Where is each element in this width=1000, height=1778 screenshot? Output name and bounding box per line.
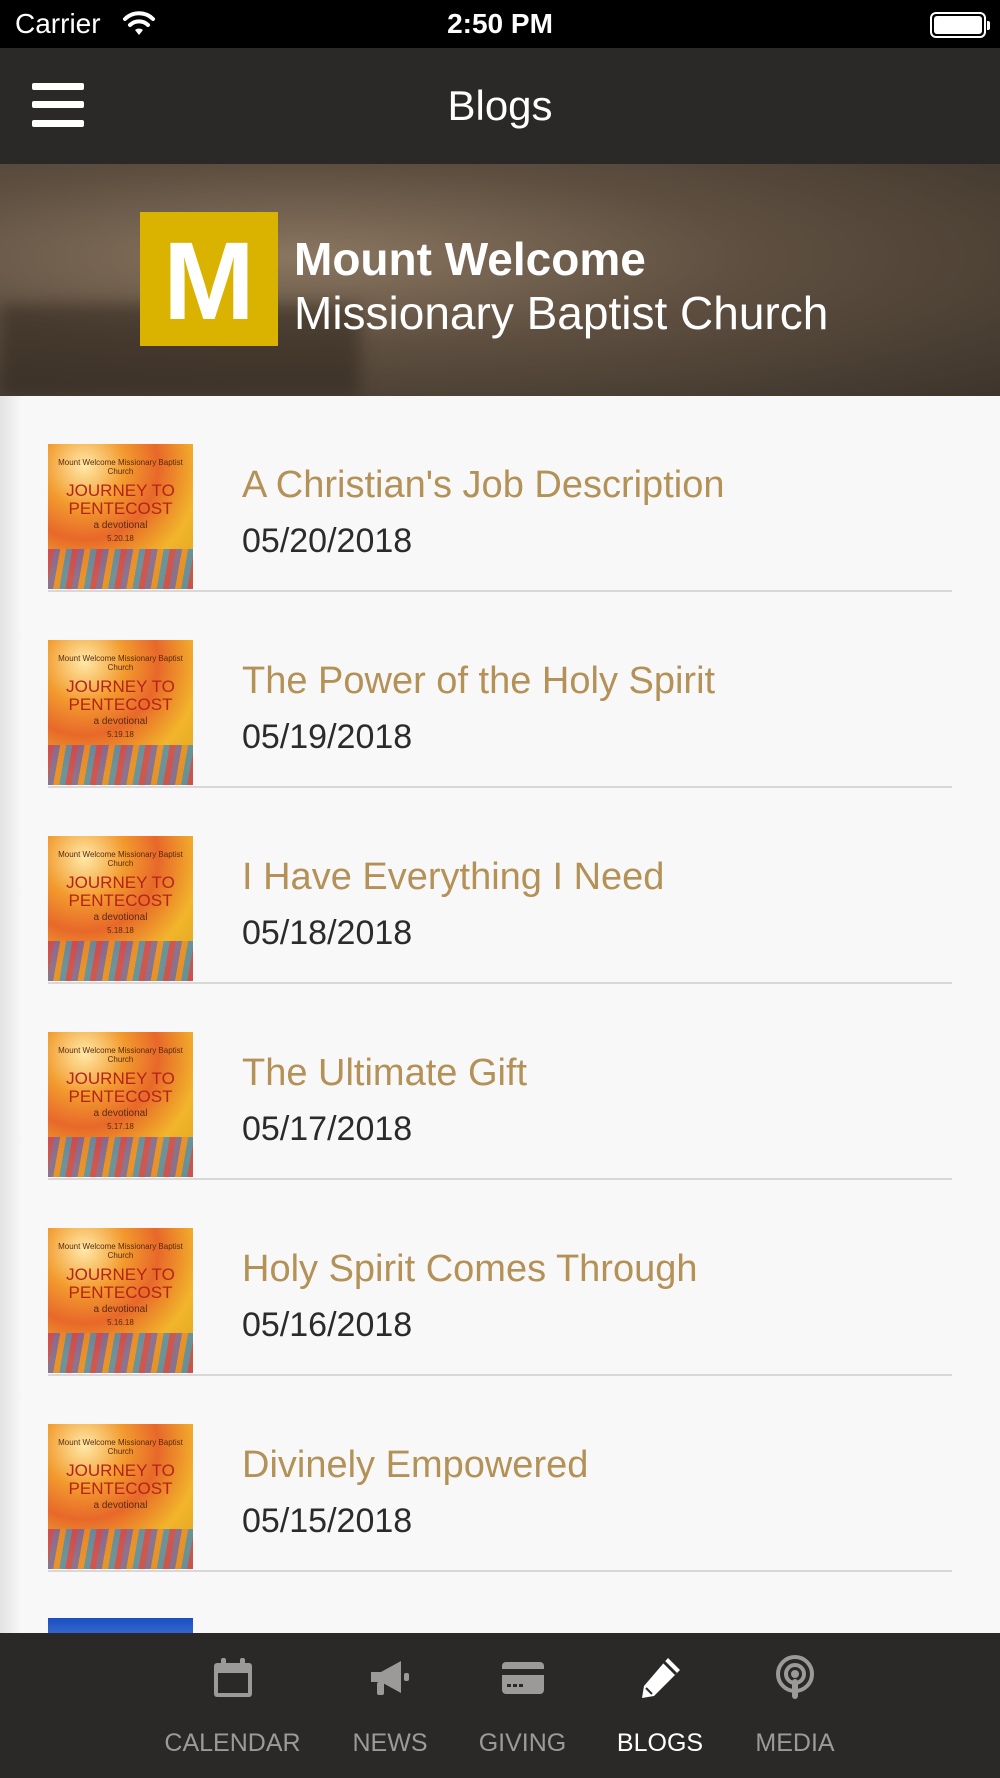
tab-media-label: MEDIA [755,1729,835,1757]
thumbnail-header: Mount Welcome Missionary Baptist Church [58,458,183,476]
credit-card-icon [501,1662,544,1694]
thumbnail-title: JOURNEY TO PENTECOST [48,1070,193,1106]
blog-date: 05/19/2018 [242,718,413,756]
thumbnail-pentecost: PENTECOST [68,1479,173,1498]
tab-blogs[interactable]: BLOGS [605,1633,715,1778]
thumbnail-title: JOURNEY TO PENTECOST [48,1462,193,1498]
devotional-thumbnail: Mount Welcome Missionary Baptist Church J… [48,1032,193,1177]
clock: 2:50 PM [447,8,553,39]
devotional-thumbnail: Mount Welcome Missionary Baptist Church J… [48,640,193,785]
thumbnail-devotional: a devotional [93,520,148,531]
thumbnail-title: JOURNEY TO PENTECOST [48,482,193,518]
tab-news[interactable]: NEWS [330,1633,450,1778]
devotional-thumbnail: Mount Welcome Missionary Baptist Church J… [48,1228,193,1373]
thumbnail-journey: JOURNEY TO [66,873,175,892]
blog-title: Divinely Empowered [242,1444,589,1486]
thumbnail-title: JOURNEY TO PENTECOST [48,874,193,910]
blog-date: 05/15/2018 [242,1502,413,1540]
page-title: Blogs [447,82,553,129]
blog-title: I Have Everything I Need [242,856,665,898]
tab-news-label: NEWS [352,1729,428,1757]
thumbnail-pentecost: PENTECOST [68,1283,173,1302]
church-banner: M Mount Welcome Missionary Baptist Churc… [0,164,1000,396]
tab-giving-label: GIVING [478,1729,567,1757]
thumbnail-header: Mount Welcome Missionary Baptist Church [58,654,183,672]
thumbnail-header: Mount Welcome Missionary Baptist Church [58,1046,183,1064]
thumbnail-devotional: a devotional [93,1304,148,1315]
pencil-icon [642,1658,680,1698]
blog-title: The Power of the Holy Spirit [242,660,716,702]
nav-bar: Blogs [0,48,1000,164]
thumbnail-header: Mount Welcome Missionary Baptist Church [58,850,183,868]
thumbnail-title: JOURNEY TO PENTECOST [48,1266,193,1302]
thumbnail-journey: JOURNEY TO [66,481,175,500]
thumbnail-date: 5.16.18 [107,1318,134,1327]
thumbnail-journey: JOURNEY TO [66,1265,175,1284]
blog-title: A Christian's Job Description [242,464,725,506]
podcast-icon [776,1655,814,1699]
thumbnail-date: 5.20.18 [107,534,134,543]
thumbnail-journey: JOURNEY TO [66,677,175,696]
church-logo: M [140,212,278,346]
thumbnail-pentecost: PENTECOST [68,499,173,518]
tab-media[interactable]: MEDIA [740,1633,850,1778]
blog-list-item[interactable]: Mount Welcome Missionary Baptist Church J… [48,396,952,592]
megaphone-icon [371,1661,409,1695]
thumbnail-date: 5.19.18 [107,730,134,739]
thumbnail-pentecost: PENTECOST [68,1087,173,1106]
blog-list-item[interactable]: Mount Welcome Missionary Baptist Church J… [48,984,952,1180]
thumbnail-header: Mount Welcome Missionary Baptist Church [58,1438,183,1456]
thumbnail-title: JOURNEY TO PENTECOST [48,678,193,714]
blog-title: Holy Spirit Comes Through [242,1248,698,1290]
devotional-thumbnail: Mount Welcome Missionary Baptist Church J… [48,1424,193,1569]
devotional-thumbnail: Mount Welcome Missionary Baptist Church J… [48,836,193,981]
thumbnail-devotional: a devotional [93,912,148,923]
blog-date: 05/17/2018 [242,1110,413,1148]
logo-letter: M [163,220,255,343]
church-name-line2: Missionary Baptist Church [294,287,829,339]
partial-thumbnail [48,1618,193,1633]
thumbnail-devotional: a devotional [93,1108,148,1119]
status-bar: Carrier 2:50 PM [0,0,1000,48]
thumbnail-journey: JOURNEY TO [66,1461,175,1480]
blog-list-item[interactable]: Mount Welcome Missionary Baptist Church J… [48,1180,952,1376]
thumbnail-devotional: a devotional [93,1500,148,1511]
blog-list: Mount Welcome Missionary Baptist Church J… [0,396,1000,1633]
thumbnail-pentecost: PENTECOST [68,695,173,714]
tab-calendar-label: CALENDAR [164,1729,301,1757]
church-name-line1: Mount Welcome [294,233,646,285]
blog-list-item[interactable]: Mount Welcome Missionary Baptist Church J… [48,1376,952,1572]
tab-calendar[interactable]: CALENDAR [150,1633,315,1778]
tab-blogs-label: BLOGS [616,1729,704,1757]
battery-icon [930,12,990,38]
thumbnail-header: Mount Welcome Missionary Baptist Church [58,1242,183,1260]
thumbnail-journey: JOURNEY TO [66,1069,175,1088]
blog-list-item[interactable]: Mount Welcome Missionary Baptist Church J… [48,788,952,984]
thumbnail-date: 5.17.18 [107,1122,134,1131]
blog-date: 05/18/2018 [242,914,413,952]
blog-list-item[interactable]: Mount Welcome Missionary Baptist Church J… [48,592,952,788]
blog-date: 05/16/2018 [242,1306,413,1344]
blog-title: The Ultimate Gift [242,1052,528,1094]
thumbnail-devotional: a devotional [93,716,148,727]
thumbnail-date: 5.18.18 [107,926,134,935]
calendar-icon [213,1658,252,1697]
tab-bar: CALENDAR NEWS GIVING BLOGS MEDIA [0,1633,1000,1778]
thumbnail-pentecost: PENTECOST [68,891,173,910]
devotional-thumbnail: Mount Welcome Missionary Baptist Church J… [48,444,193,589]
blog-date: 05/20/2018 [242,522,413,560]
tab-giving[interactable]: GIVING [465,1633,580,1778]
